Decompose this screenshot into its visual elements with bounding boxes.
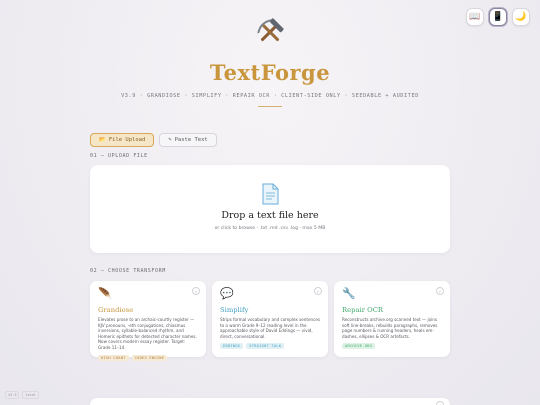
transform-card-repair-ocr[interactable]: ✓ 🔧 Repair OCR Reconstructs archive.org … [334,281,450,357]
card-title: Simplify [220,306,249,314]
transform-card-grandiose[interactable]: ✓ 🪶 Grandiose Elevates prose to an archa… [90,281,206,361]
tab-paste-text[interactable]: ✎ Paste Text [159,133,217,147]
upload-section-label: 01 — UPLOAD FILE [90,153,148,159]
title-divider [258,106,282,107]
card-title: Repair OCR [342,306,384,314]
card-tags: ARCHIVE.ORG [342,343,442,350]
top-controls: 📖 📱 🌙 [466,8,530,26]
card-tag: STRAIGHT TALK [246,343,285,350]
drop-title: Drop a text file here [221,210,319,221]
local-badge: local [22,391,39,399]
card-tag: ARCHIVE.ORG [342,343,376,350]
select-check-icon[interactable]: ✓ [436,401,444,405]
card-description: Strips formal vocabulary and complex sen… [220,317,321,339]
version-badges: v3.9 local [5,391,39,399]
speech-bubble-icon: 💬 [220,287,234,300]
next-section-card: ✓ [90,398,450,405]
transform-section-label: 02 — CHOOSE TRANSFORM [90,268,166,274]
document-icon [262,183,279,205]
mobile-view-button[interactable]: 📱 [489,8,507,26]
tab-paste-text-label: Paste Text [174,137,208,143]
wrench-icon: 🔧 [342,287,356,300]
card-tag: CODEX ENGINE [131,354,168,361]
card-title: Grandiose [98,306,134,314]
tab-file-upload-label: File Upload [108,137,146,143]
version-badge: v3.9 [5,391,20,399]
input-mode-tabs: 📂 File Upload ✎ Paste Text [90,133,217,147]
phone-icon: 📱 [492,12,504,22]
tab-file-upload[interactable]: 📂 File Upload [90,133,155,147]
reading-mode-button[interactable]: 📖 [466,8,484,26]
moon-icon: 🌙 [515,12,527,22]
card-description: Reconstructs archive.org scanned text — … [342,317,438,339]
folder-icon: 📂 [99,137,106,143]
app-title: TextForge [209,60,331,85]
file-drop-zone[interactable]: Drop a text file here or click to browse… [90,165,450,253]
app-subtitle: V3.9 · GRANDIOSE · SIMPLIFY · REPAIR OCR… [121,93,419,99]
book-icon: 📖 [469,12,481,22]
card-tags: EDDINGS STRAIGHT TALK [220,343,320,350]
transform-card-simplify[interactable]: ✓ 💬 Simplify Strips formal vocabulary an… [212,281,328,357]
hammer-pick-logo-icon [257,18,284,42]
select-check-icon[interactable]: ✓ [436,287,444,295]
drop-hint: or click to browse · .txt .md .csv .log … [214,226,326,231]
transform-section-label-text: 02 — CHOOSE TRANSFORM [90,268,166,274]
card-tag: EDDINGS [220,343,244,350]
upload-section-label-text: 01 — UPLOAD FILE [90,153,148,159]
select-check-icon[interactable]: ✓ [192,287,200,295]
card-description: Elevates prose to an archaic-courtly reg… [98,317,197,350]
pencil-icon: ✎ [168,137,172,143]
select-check-icon[interactable]: ✓ [314,287,322,295]
card-tag: HIGH CHANT [98,354,129,361]
feather-icon: 🪶 [98,287,112,300]
card-tags: HIGH CHANT CODEX ENGINE [98,354,198,361]
theme-toggle-button[interactable]: 🌙 [512,8,530,26]
